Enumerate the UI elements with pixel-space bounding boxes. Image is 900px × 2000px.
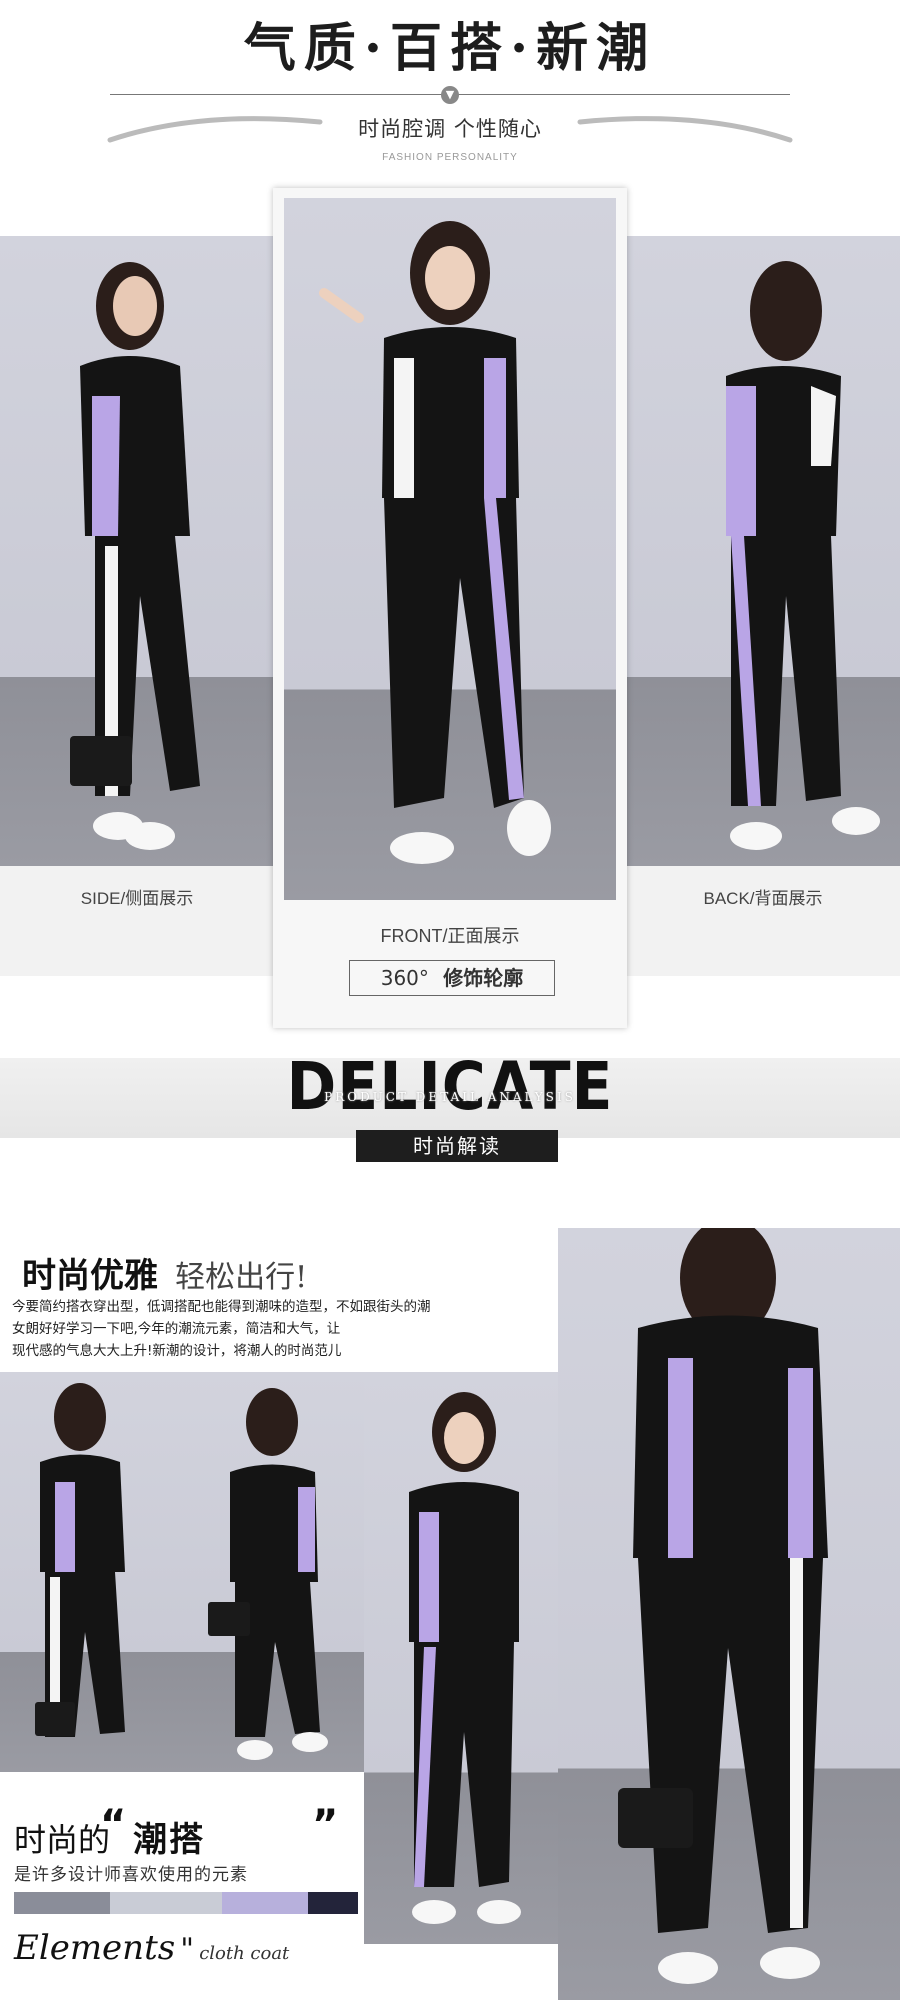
front-view-photo bbox=[284, 198, 616, 900]
back-view-photo bbox=[626, 236, 900, 866]
quote-open-icon: “ bbox=[100, 1802, 127, 1848]
promo-body-line2: 女朗好好学习一下吧,今年的潮流元素，简洁和大气，让 bbox=[12, 1321, 341, 1337]
promo-bottom-prefix: 时尚的 bbox=[14, 1821, 111, 1859]
subtitle-en: FASHION PERSONALITY bbox=[382, 152, 518, 163]
promo-body-line1: 今要简约搭衣穿出型，低调搭配也能得到潮味的造型，不如跟街头的潮 bbox=[12, 1299, 431, 1315]
front-view-label: FRONT/正面展示 bbox=[380, 926, 520, 946]
back-view-label: BACK/背面展示 bbox=[703, 889, 823, 908]
elements-caption: Elements " cloth coat bbox=[14, 1928, 290, 1968]
look-photo-1 bbox=[0, 1372, 180, 1772]
look-photo-2 bbox=[180, 1372, 364, 1772]
side-view-photo bbox=[0, 236, 274, 866]
delicate-title: DELICATE bbox=[286, 1048, 614, 1126]
promo-heading-light: 轻松出行! bbox=[175, 1260, 308, 1295]
badge-360-text: 修饰轮廓 bbox=[443, 966, 524, 990]
page-title: 气质·百搭·新潮 bbox=[243, 18, 657, 79]
color-swatch-light bbox=[110, 1892, 222, 1914]
look-photo-3 bbox=[364, 1372, 558, 1944]
color-swatch-navy bbox=[308, 1892, 358, 1914]
promo-heading: 时尚优雅 轻松出行! bbox=[22, 1248, 307, 1297]
badge-360-degree: 360° bbox=[380, 966, 429, 990]
promo-heading-bold: 时尚优雅 bbox=[22, 1256, 158, 1296]
elements-script: Elements bbox=[14, 1928, 176, 1968]
elements-small: cloth coat bbox=[199, 1943, 290, 1964]
color-swatch-gray bbox=[14, 1892, 110, 1914]
delicate-overlay: PRODUCT DETAIL ANALYSIS bbox=[324, 1090, 576, 1104]
side-view-label: SIDE/侧面展示 bbox=[80, 889, 194, 908]
featured-photo bbox=[558, 1228, 900, 2000]
color-swatch-lavender bbox=[222, 1892, 308, 1914]
subtitle: 时尚腔调 个性随心 bbox=[358, 117, 542, 141]
section-tag-bar: 时尚解读 bbox=[356, 1130, 558, 1162]
promo-body-line3: 现代感的气息大大上升!新潮的设计，将潮人的时尚范儿 bbox=[12, 1343, 342, 1359]
promo-bottom-highlight: 潮搭 bbox=[133, 1820, 206, 1860]
quote-close-icon: ” bbox=[312, 1802, 339, 1848]
promo-body: 今要简约搭衣穿出型，低调搭配也能得到潮味的造型，不如跟街头的潮 女朗好好学习一下… bbox=[12, 1296, 552, 1362]
promo-bottom-sub: 是许多设计师喜欢使用的元素 bbox=[14, 1865, 248, 1885]
badge-360: 360° 修饰轮廓 bbox=[349, 960, 555, 996]
